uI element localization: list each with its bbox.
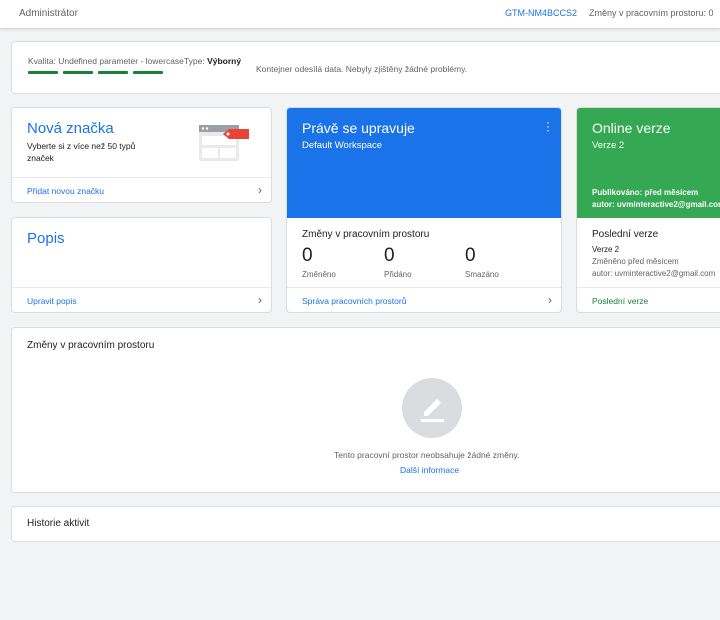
tag-illustration-icon	[199, 125, 249, 161]
new-tag-description: Vyberte si z více než 50 typů značek	[27, 141, 136, 163]
edit-pencil-icon	[421, 399, 444, 422]
latest-version-link[interactable]: Poslední verze	[592, 296, 648, 306]
quality-segment	[28, 71, 58, 74]
quality-segment	[98, 71, 128, 74]
new-tag-title[interactable]: Nová značka	[27, 120, 114, 137]
edit-description-link[interactable]: Upravit popis	[27, 296, 77, 306]
workspace-name: Default Workspace	[302, 140, 383, 151]
latest-version-author: autor: uvminteractive2@gmail.com	[592, 269, 716, 278]
quality-message: Kontejner odesílá data. Nebyly zjištěny …	[256, 64, 468, 74]
latest-version-number: Verze 2	[592, 245, 620, 254]
chevron-right-icon[interactable]: ›	[258, 183, 262, 197]
quality-segment	[63, 71, 93, 74]
stat-label: Smazáno	[465, 270, 499, 279]
stat-value: 0	[302, 245, 313, 266]
add-new-tag-link[interactable]: Přidat novou značku	[27, 186, 104, 196]
live-version-card: Online verze Verze 2 Publikováno: před m…	[576, 107, 720, 313]
manage-workspaces-link[interactable]: Správa pracovních prostorů	[302, 296, 406, 306]
workspace-changes-heading: Změny v pracovním prostoru	[27, 340, 155, 351]
top-bar: Administrátor GTM-NM4BCCS2 Změny v praco…	[0, 0, 720, 28]
stat-value: 0	[465, 245, 476, 266]
activity-history-card[interactable]: Historie aktivit	[11, 506, 720, 542]
more-vert-icon[interactable]: · · ·	[546, 116, 550, 136]
role-label: Administrátor	[19, 8, 78, 19]
workspace-changes-title: Změny v pracovním prostoru	[302, 229, 430, 240]
live-version-header: Online verze Verze 2 Publikováno: před m…	[577, 108, 720, 218]
activity-history-heading[interactable]: Historie aktivit	[27, 518, 89, 529]
container-quality-card: Kvalita: Undefined parameter - lowercase…	[11, 41, 720, 94]
current-workspace-card: Právě se upravuje Default Workspace · · · …	[286, 107, 562, 313]
description-footer[interactable]: Upravit popis ›	[12, 287, 271, 312]
workspace-changes-count: Změny v pracovním prostoru: 0	[589, 8, 714, 18]
stat-added: 0 Přidáno	[384, 245, 412, 279]
latest-version-title: Poslední verze	[592, 229, 659, 240]
new-tag-card[interactable]: Nová značka Vyberte si z více než 50 typ…	[11, 107, 272, 203]
learn-more-link[interactable]: Další informace	[400, 465, 459, 475]
quality-label: Kvalita: Undefined parameter - lowercase…	[28, 56, 242, 66]
latest-version-changed: Změněno před měsícem	[592, 257, 679, 266]
stat-label: Změněno	[302, 270, 336, 279]
current-workspace-header: Právě se upravuje Default Workspace · · ·	[287, 108, 561, 218]
chevron-right-icon[interactable]: ›	[258, 293, 262, 307]
quality-rating: Výborný	[207, 56, 242, 66]
stat-deleted: 0 Smazáno	[465, 245, 499, 279]
empty-state-message: Tento pracovní prostor neobsahuje žádné …	[334, 450, 520, 460]
live-version-number: Verze 2	[592, 140, 625, 151]
live-version-footer[interactable]: Poslední verze	[577, 287, 720, 312]
workspace-changes-card: Změny v pracovním prostoru Tento pracovn…	[11, 327, 720, 493]
stat-value: 0	[384, 245, 395, 266]
description-title: Popis	[27, 230, 65, 247]
live-author: autor: uvminteractive2@gmail.com	[592, 200, 720, 209]
quality-segment	[133, 71, 163, 74]
live-published: Publikováno: před měsícem	[592, 188, 699, 197]
chevron-right-icon[interactable]: ›	[548, 293, 552, 307]
stat-modified: 0 Změněno	[302, 245, 336, 279]
container-id-link[interactable]: GTM-NM4BCCS2	[505, 8, 577, 18]
new-tag-footer[interactable]: Přidat novou značku ›	[12, 177, 271, 202]
live-version-title: Online verze	[592, 120, 671, 136]
description-card[interactable]: Popis Upravit popis ›	[11, 217, 272, 313]
quality-meter	[28, 71, 163, 74]
workspace-footer[interactable]: Správa pracovních prostorů ›	[287, 287, 561, 312]
empty-state-illustration	[402, 378, 462, 438]
stat-label: Přidáno	[384, 270, 412, 279]
current-workspace-title: Právě se upravuje	[302, 120, 415, 136]
